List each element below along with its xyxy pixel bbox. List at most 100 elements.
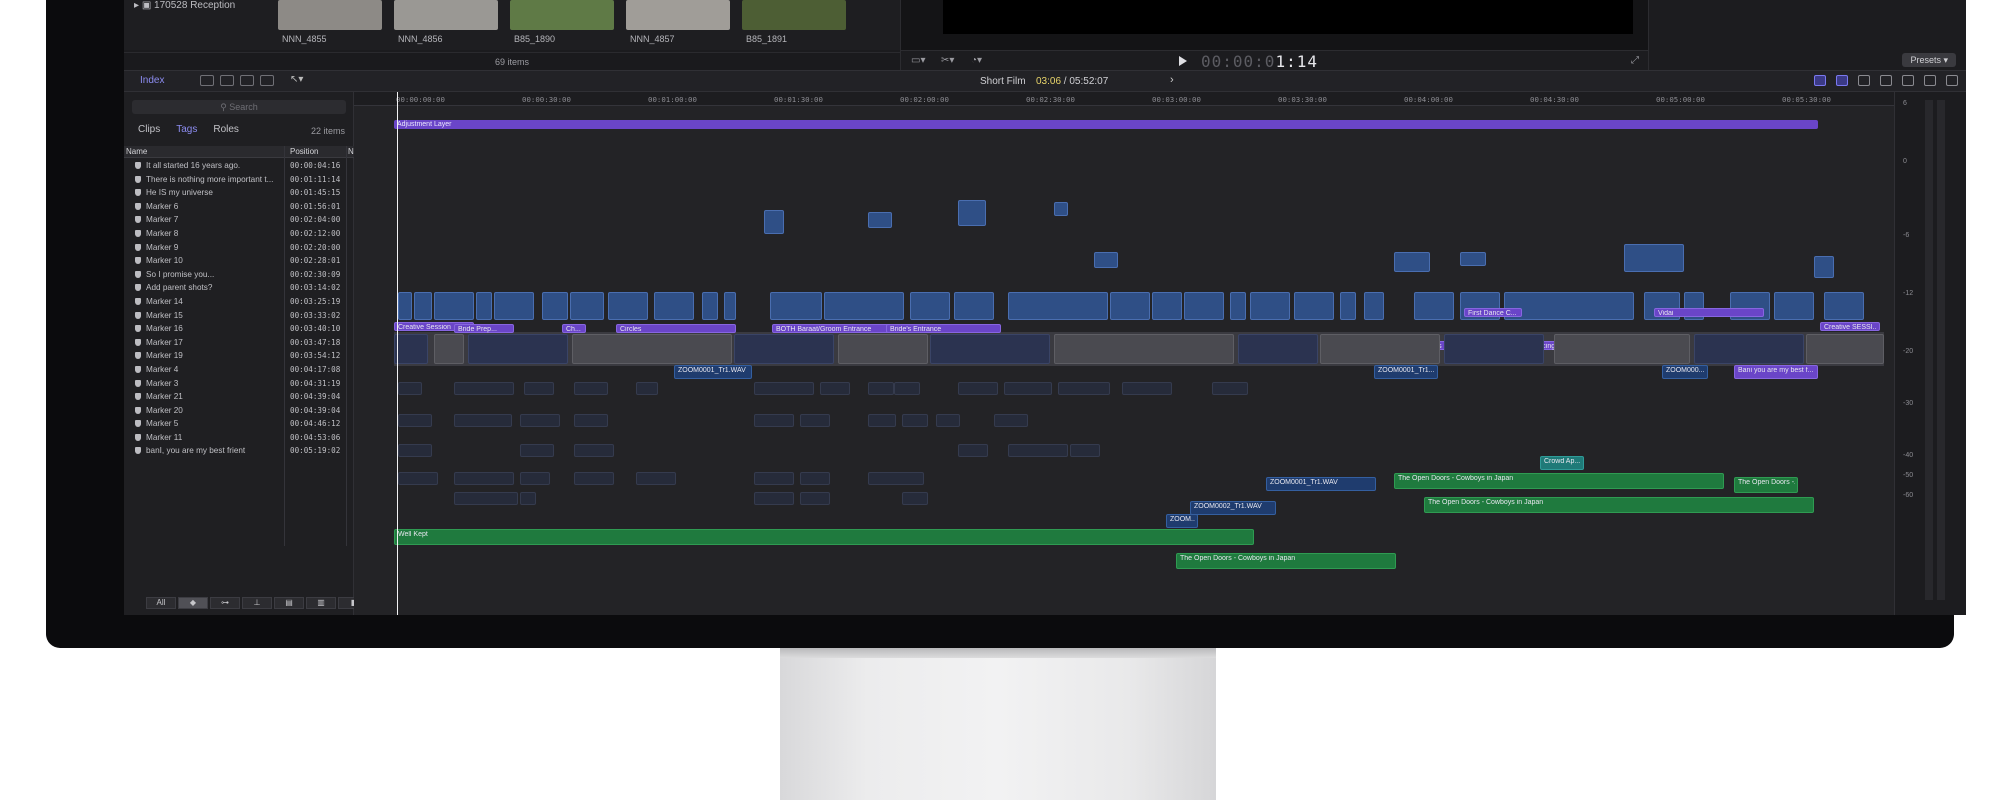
list-item[interactable]: Marker 21 00:04:39:04 [124, 390, 354, 404]
window-layout-icon[interactable] [1924, 75, 1936, 86]
timeline-ruler[interactable]: 00:00:00:00 00:00:30:00 00:01:00:00 00:01:3… [354, 92, 1894, 106]
music-clip[interactable]: The Open Doors - Cowboys in Japan [1176, 553, 1396, 569]
audio-clip[interactable] [398, 472, 438, 485]
storyline-clip[interactable] [1806, 334, 1884, 364]
audio-clip[interactable]: Bani you are my best f... [1734, 365, 1818, 379]
title-clip[interactable]: Bride's Entrance [886, 324, 1001, 333]
column-position[interactable]: Position [290, 147, 318, 156]
tab-roles[interactable]: Roles [213, 124, 239, 135]
snapping-icon[interactable] [1880, 75, 1892, 86]
list-item[interactable]: Marker 4 00:04:17:08 [124, 363, 354, 377]
list-item[interactable]: Marker 9 00:02:20:00 [124, 241, 354, 255]
list-item[interactable]: banI, you are my best frient 00:05:19:02 [124, 444, 354, 458]
disclosure-triangle-icon[interactable]: ▸ [134, 0, 139, 11]
audio-clip[interactable] [454, 414, 512, 427]
audio-clip[interactable] [754, 382, 814, 395]
video-clip[interactable] [494, 292, 534, 320]
audio-clip[interactable] [936, 414, 960, 427]
presets-button[interactable]: Presets ▾ [1902, 53, 1956, 67]
audio-clip[interactable] [820, 382, 850, 395]
audio-clip[interactable] [800, 414, 830, 427]
storyline-clip[interactable] [734, 334, 834, 364]
filter-button[interactable]: ⊥ [242, 597, 272, 609]
video-clip[interactable] [770, 292, 822, 320]
title-clip[interactable]: Vidai [1654, 308, 1764, 317]
video-clip[interactable] [1504, 292, 1634, 320]
column-notes[interactable]: N [348, 147, 354, 156]
video-clip[interactable] [1250, 292, 1290, 320]
list-item[interactable]: Marker 16 00:03:40:10 [124, 322, 354, 336]
storyline-clip[interactable] [838, 334, 928, 364]
audio-clip[interactable] [454, 382, 514, 395]
audio-clip[interactable] [520, 444, 554, 457]
transform-tool-icon[interactable]: ✂▾ [941, 55, 954, 66]
timeline[interactable]: 00:00:00:00 00:00:30:00 00:01:00:00 00:01:3… [354, 92, 1894, 615]
audio-clip[interactable]: ZOOM0001_Tr1.WAV [1266, 477, 1376, 491]
video-clip[interactable] [434, 292, 474, 320]
audio-clip[interactable] [868, 382, 894, 395]
list-item[interactable]: Marker 20 00:04:39:04 [124, 404, 354, 418]
append-clip-icon[interactable] [240, 75, 254, 86]
title-clip[interactable]: BOTH Baraat/Groom Entrance [772, 324, 900, 333]
video-clip[interactable] [764, 210, 784, 234]
select-tool-icon[interactable]: ↖▾ [290, 74, 304, 85]
browser-thumbnail[interactable]: B85_1890 [510, 0, 614, 44]
audio-clip[interactable] [524, 382, 554, 395]
list-item[interactable]: Marker 15 00:03:33:02 [124, 309, 354, 323]
browser-thumbnail[interactable]: NNN_4857 [626, 0, 730, 44]
audio-clip[interactable] [800, 472, 830, 485]
video-clip[interactable] [542, 292, 568, 320]
audio-clip[interactable] [868, 472, 924, 485]
video-clip[interactable] [702, 292, 718, 320]
storyline-clip[interactable] [1554, 334, 1690, 364]
list-item[interactable]: Marker 10 00:02:28:01 [124, 254, 354, 268]
video-clip[interactable] [570, 292, 604, 320]
storyline-clip[interactable] [930, 334, 1050, 364]
music-clip[interactable]: The Open Doors - Cowboys in Japan [1424, 497, 1814, 513]
video-clip[interactable] [414, 292, 432, 320]
column-name[interactable]: Name [126, 147, 147, 156]
video-clip[interactable] [1340, 292, 1356, 320]
fullscreen-icon[interactable]: ⤢ [1631, 55, 1639, 66]
index-button[interactable]: Index [140, 75, 164, 86]
storyline-clip[interactable] [1694, 334, 1804, 364]
video-clip[interactable] [1414, 292, 1454, 320]
audio-clip[interactable] [520, 414, 560, 427]
chevron-right-icon[interactable]: › [1170, 74, 1174, 86]
audio-skimming-icon[interactable] [1836, 75, 1848, 86]
video-clip[interactable] [1152, 292, 1182, 320]
list-item[interactable]: Marker 3 00:04:31:19 [124, 377, 354, 391]
video-clip[interactable] [1394, 252, 1430, 272]
browser-thumbnail[interactable]: B85_1891 [742, 0, 846, 44]
tab-clips[interactable]: Clips [138, 124, 160, 135]
video-clip[interactable] [954, 292, 994, 320]
event-row[interactable]: ▸ ▣ 170528 Reception [134, 0, 235, 11]
list-item[interactable]: He IS my universe 00:01:45:15 [124, 186, 354, 200]
index-search-input[interactable]: ⚲ Search [132, 100, 346, 114]
audio-clip[interactable] [958, 382, 998, 395]
video-clip[interactable] [958, 200, 986, 226]
list-item[interactable]: Marker 14 00:03:25:19 [124, 295, 354, 309]
audio-clip[interactable] [636, 382, 658, 395]
audio-clip[interactable]: ZOOM000... [1662, 365, 1708, 379]
audio-clip[interactable]: ZOOM0001_Tr1.WAV [674, 365, 752, 379]
video-clip[interactable] [868, 212, 892, 228]
audio-clip[interactable] [398, 444, 432, 457]
video-clip[interactable] [1008, 292, 1108, 320]
audio-clip[interactable] [454, 492, 518, 505]
audio-clip[interactable] [1058, 382, 1110, 395]
list-item[interactable]: Marker 7 00:02:04:00 [124, 213, 354, 227]
solo-icon[interactable] [1858, 75, 1870, 86]
view-options-icon[interactable]: ▭▾ [911, 55, 925, 66]
music-clip[interactable]: Well Kept [394, 529, 1254, 545]
filter-button[interactable]: All [146, 597, 176, 609]
audio-clip[interactable]: ZOOM... [1166, 514, 1198, 528]
overwrite-clip-icon[interactable] [260, 75, 274, 86]
list-item[interactable]: So I promise you... 00:02:30:09 [124, 268, 354, 282]
list-item[interactable]: There is nothing more important t... 00:0… [124, 173, 354, 187]
adjustment-layer-clip[interactable]: Adjustment Layer [394, 120, 1818, 129]
video-clip[interactable] [824, 292, 904, 320]
video-clip[interactable] [1184, 292, 1224, 320]
title-clip[interactable]: Bride Prep... [454, 324, 514, 333]
audio-clip[interactable]: ZOOM0002_Tr1.WAV [1190, 501, 1276, 515]
